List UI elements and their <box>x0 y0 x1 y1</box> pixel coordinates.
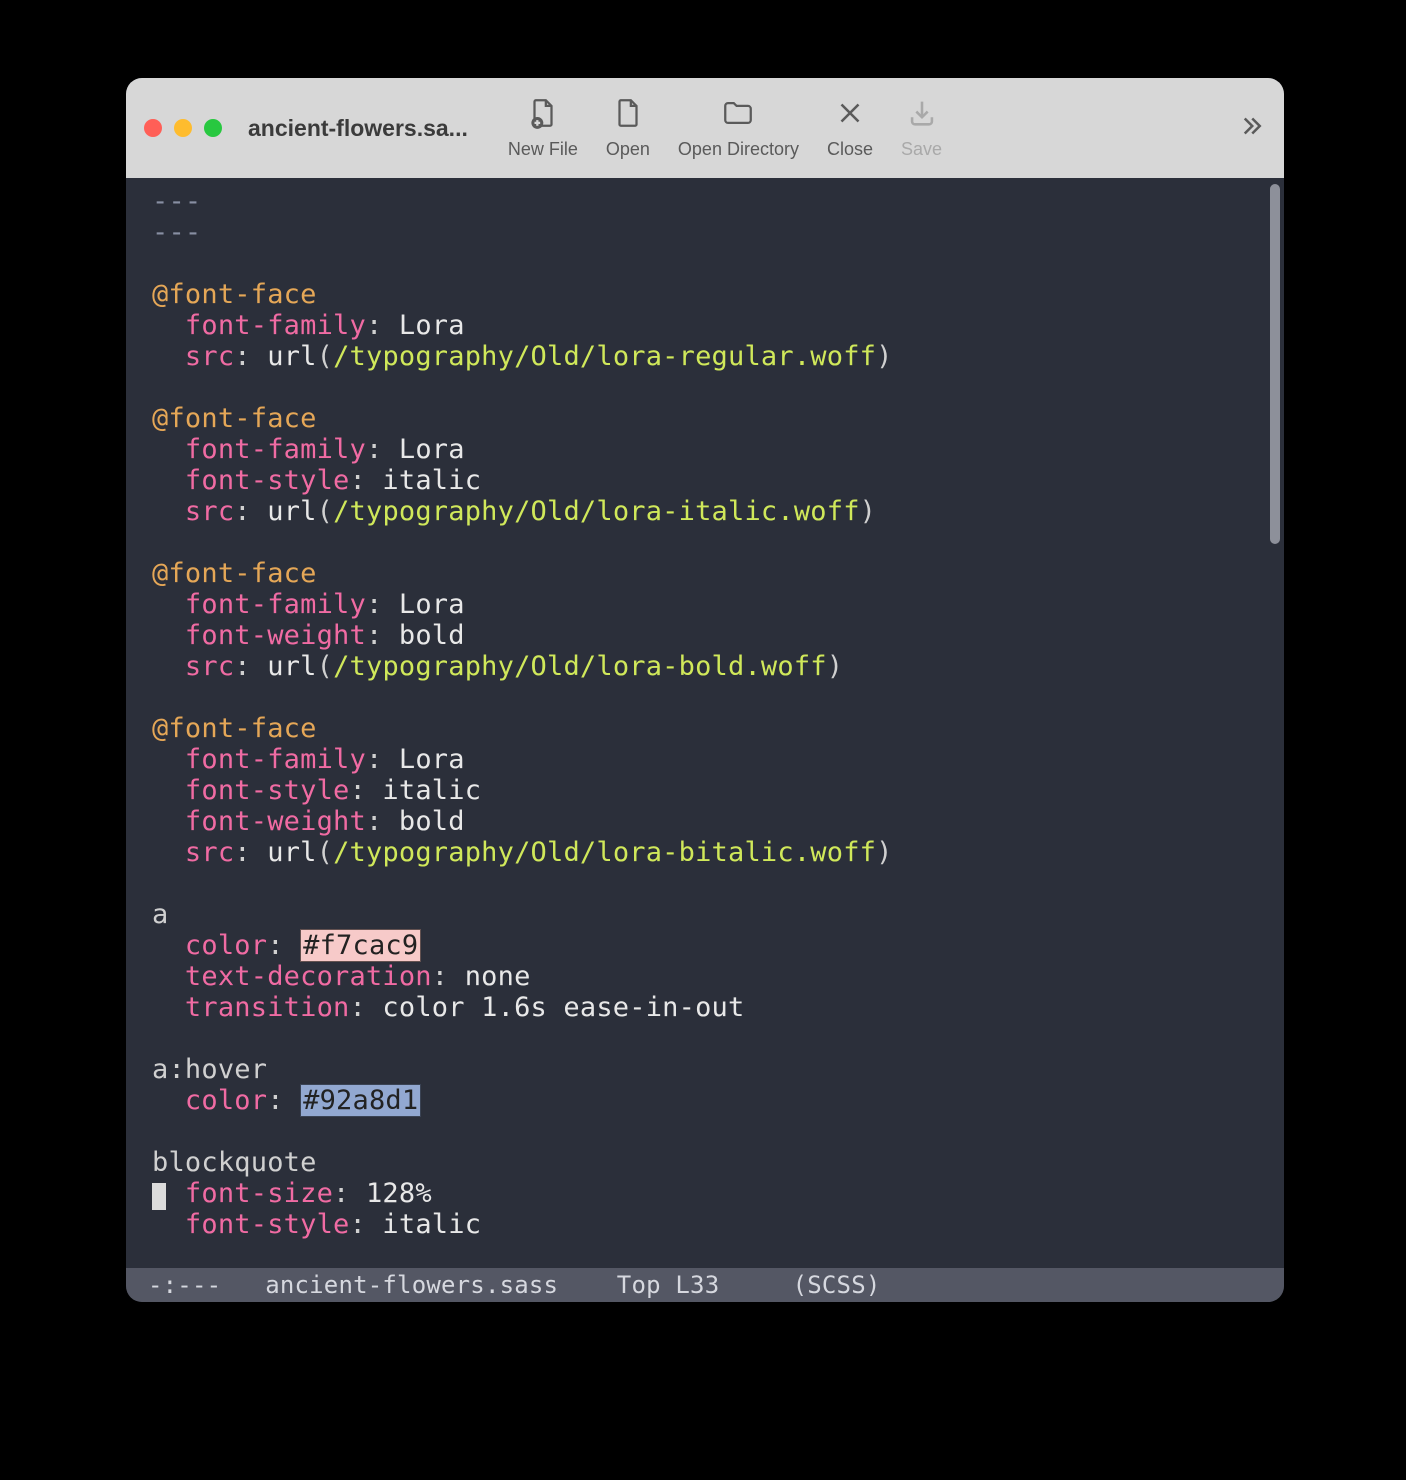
close-button[interactable]: Close <box>827 96 873 160</box>
modeline: -:--- ancient-flowers.sass Top L33 (SCSS… <box>126 1268 1284 1302</box>
open-directory-button[interactable]: Open Directory <box>678 96 799 160</box>
titlebar: ancient-flowers.sa... New File <box>126 78 1284 178</box>
editor-area[interactable]: --- --- @font-face font-family: Lora src… <box>126 178 1284 1268</box>
color-swatch: #92a8d1 <box>300 1084 421 1117</box>
color-swatch: #f7cac9 <box>300 929 421 962</box>
close-icon <box>833 96 867 135</box>
minimize-window-button[interactable] <box>174 119 192 137</box>
save-label: Save <box>901 139 942 160</box>
new-file-label: New File <box>508 139 578 160</box>
open-directory-label: Open Directory <box>678 139 799 160</box>
modeline-position: Top L33 <box>617 1271 720 1299</box>
document-icon <box>611 96 645 135</box>
modeline-mode: (SCSS) <box>793 1271 881 1299</box>
code-content: --- --- @font-face font-family: Lora src… <box>126 178 1284 1268</box>
chevron-double-right-icon <box>1236 128 1266 145</box>
open-button[interactable]: Open <box>606 96 650 160</box>
text-cursor <box>152 1183 166 1210</box>
window-title: ancient-flowers.sa... <box>248 115 468 142</box>
save-icon <box>905 96 939 135</box>
new-file-icon <box>526 96 560 135</box>
close-window-button[interactable] <box>144 119 162 137</box>
open-label: Open <box>606 139 650 160</box>
editor-window: ancient-flowers.sa... New File <box>126 78 1284 1302</box>
new-file-button[interactable]: New File <box>508 96 578 160</box>
window-controls <box>144 119 222 137</box>
close-label: Close <box>827 139 873 160</box>
zoom-window-button[interactable] <box>204 119 222 137</box>
toolbar: New File Open Open Directory <box>508 96 1266 160</box>
modeline-modified: -:--- <box>148 1271 221 1299</box>
save-button[interactable]: Save <box>901 96 942 160</box>
folder-icon <box>721 96 755 135</box>
modeline-buffer: ancient-flowers.sass <box>265 1271 558 1299</box>
overflow-button[interactable] <box>1236 111 1266 146</box>
